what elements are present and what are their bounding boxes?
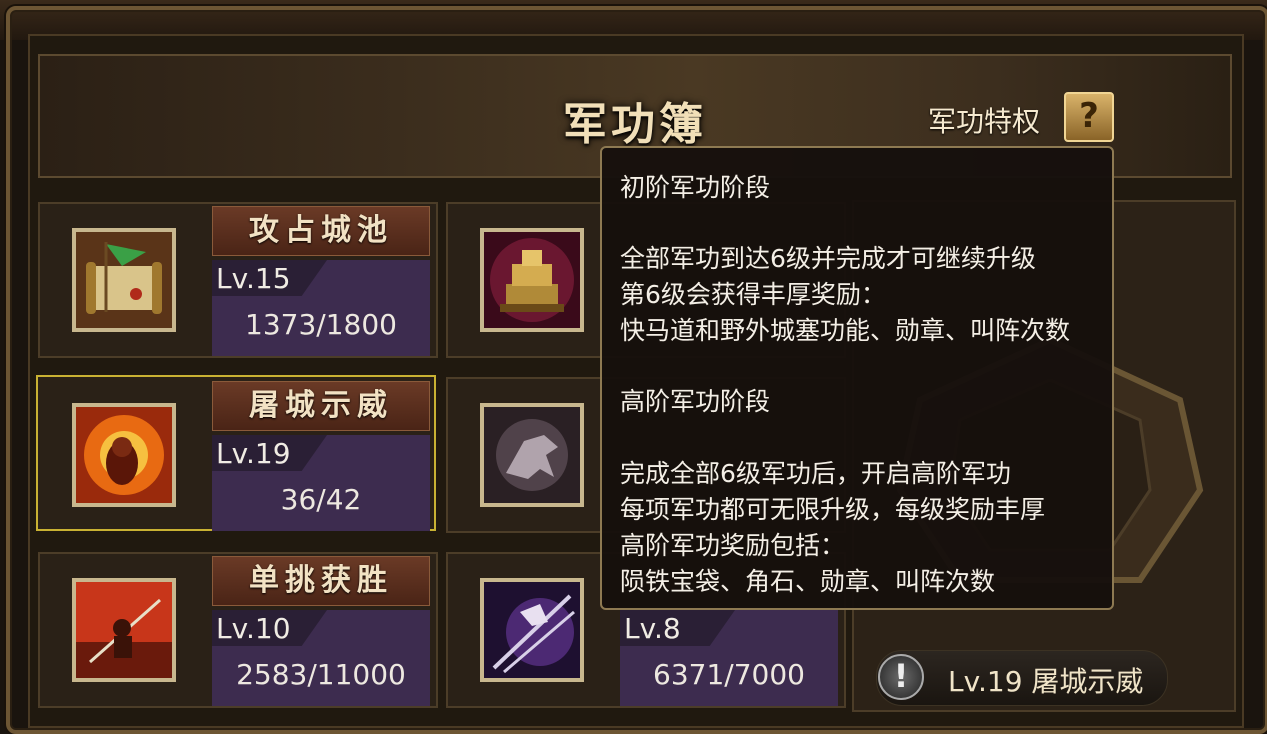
card-name: 屠城示威 [212,381,430,431]
tooltip-line: 陨铁宝袋、角石、勋章、叫阵次数 [620,567,996,596]
progress-text: 36/42 [280,483,362,516]
level-text: Lv.19 [216,437,291,470]
page-title: 军功簿 [563,99,707,150]
tooltip-heading-advanced: 高阶军功阶段 [620,387,771,416]
level-box: Lv.15 1373/1800 [212,260,430,356]
tooltip-line: 快马道和野外城塞功能、勋章、叫阵次数 [620,316,1071,345]
progress-text: 1373/1800 [245,308,397,341]
help-button[interactable]: ? [1064,92,1114,142]
golden-seal-icon [480,228,584,332]
current-achievement-text: Lv.19 屠城示威 [948,665,1144,698]
card-name: 攻占城池 [212,206,430,256]
war-banner-scroll-icon [72,228,176,332]
level-box: Lv.8 6371/7000 [620,610,838,706]
phantom-horse-icon [480,403,584,507]
tooltip-line: 全部军功到达6级并完成才可继续升级 [620,244,1036,273]
level-text: Lv.8 [624,612,681,645]
tooltip-heading-basic: 初阶军功阶段 [620,173,771,202]
privilege-label[interactable]: 军功特权 [928,100,1040,140]
tooltip-line: 第6级会获得丰厚奖励： [620,280,886,309]
alert-icon[interactable]: ! [878,654,924,700]
progress-text: 2583/11000 [236,658,406,691]
progress-text: 6371/7000 [653,658,805,691]
burning-warrior-icon [72,403,176,507]
level-text: Lv.10 [216,612,291,645]
card-name: 单挑获胜 [212,556,430,606]
spear-strike-icon [480,578,584,682]
duel-warrior-icon [72,578,176,682]
level-box: Lv.10 2583/11000 [212,610,430,706]
level-box: Lv.19 36/42 [212,435,430,531]
tooltip-line: 完成全部6级军功后，开启高阶军功 [620,459,1011,488]
tooltip-line: 高阶军功奖励包括： [620,531,846,560]
level-text: Lv.15 [216,262,291,295]
tooltip-line: 每项军功都可无限升级，每级奖励丰厚 [620,495,1046,524]
